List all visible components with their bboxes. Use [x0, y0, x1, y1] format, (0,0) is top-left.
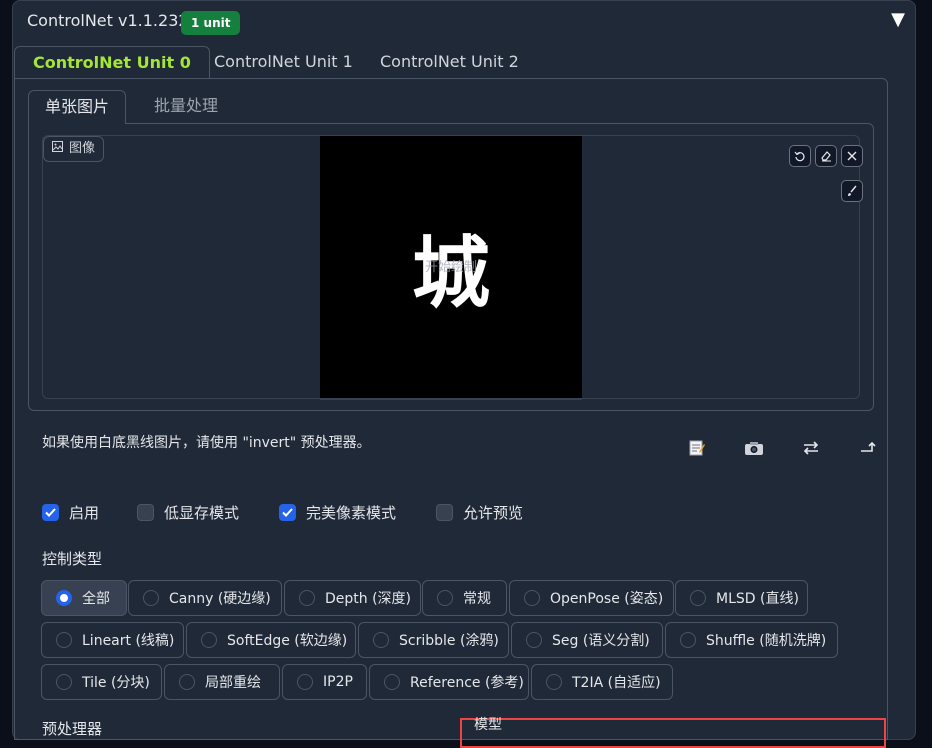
drawing-canvas[interactable]: 城 开始绘制 [320, 136, 582, 400]
swap-arrows-icon[interactable] [798, 436, 824, 460]
radio-label: Depth (深度) [325, 591, 412, 607]
radio-depth[interactable]: Depth (深度) [284, 580, 421, 616]
radio-label: 局部重绘 [205, 675, 261, 691]
radio-label: Scribble (涂鸦) [399, 633, 499, 649]
radio-dot[interactable] [56, 674, 72, 690]
radio-normal[interactable]: 常规 [422, 580, 507, 616]
radio-label: T2IA (自适应) [572, 675, 661, 691]
image-label: 图像 [43, 136, 105, 162]
checkbox-box[interactable] [436, 503, 453, 521]
brush-icon[interactable] [841, 180, 863, 202]
control-type-label: 控制类型 [42, 550, 103, 568]
radio-label: Canny (硬边缘) [169, 591, 271, 607]
image-input[interactable]: 城 开始绘制 图像 [42, 135, 863, 400]
radio-label: MLSD (直线) [716, 591, 799, 607]
checkbox-label: 启用 [69, 503, 100, 522]
preprocessor-label: 预处理器 [42, 720, 103, 738]
radio-all[interactable]: 全部 [41, 580, 127, 616]
radio-dot[interactable] [56, 632, 72, 648]
eraser-icon[interactable] [815, 145, 837, 167]
tab-unit-0[interactable]: ControlNet Unit 0 [14, 46, 210, 79]
radio-dot[interactable] [524, 590, 540, 606]
model-dropdown[interactable]: 模型 [460, 718, 886, 748]
radio-t2ia[interactable]: T2IA (自适应) [531, 664, 673, 700]
radio-dot[interactable] [384, 674, 400, 690]
radio-dot[interactable] [437, 590, 453, 606]
check-icon[interactable] [42, 503, 59, 521]
radio-dot[interactable] [297, 674, 313, 690]
radio-lineart[interactable]: Lineart (线稿) [41, 622, 184, 658]
radio-label: Seg (语义分割) [552, 633, 650, 649]
start-drawing-hint: 开始绘制 [424, 260, 477, 275]
radio-dot[interactable] [546, 674, 562, 690]
image-label-text: 图像 [69, 141, 96, 156]
memo-icon[interactable] [684, 436, 710, 460]
checkbox-label: 低显存模式 [164, 503, 240, 522]
radio-dot[interactable] [179, 674, 195, 690]
close-icon[interactable] [841, 145, 863, 167]
radio-dot[interactable] [56, 590, 72, 606]
radio-canny[interactable]: Canny (硬边缘) [128, 580, 282, 616]
triangle-down-icon[interactable]: ▼ [891, 9, 905, 30]
radio-label: SoftEdge (软边缘) [227, 633, 348, 649]
tab-batch[interactable]: 批量处理 [138, 90, 234, 124]
radio-inpaint[interactable]: 局部重绘 [164, 664, 280, 700]
radio-label: 全部 [82, 591, 110, 607]
radio-label: Lineart (线稿) [82, 633, 175, 649]
checkbox-low-vram[interactable]: 低显存模式 [137, 502, 239, 522]
invert-hint: 如果使用白底黑线图片，请使用 "invert" 预处理器。 [42, 435, 371, 451]
checkbox-box[interactable] [137, 503, 154, 521]
checkbox-allow-preview[interactable]: 允许预览 [436, 502, 523, 522]
radio-dot[interactable] [299, 590, 315, 606]
checkbox-label: 允许预览 [463, 503, 524, 522]
radio-dot[interactable] [690, 590, 706, 606]
checkbox-enable[interactable]: 启用 [42, 502, 99, 522]
radio-label: Tile (分块) [82, 675, 150, 691]
radio-label: Shuffle (随机洗牌) [706, 633, 827, 649]
radio-label: OpenPose (姿态) [550, 591, 664, 607]
radio-label: 常规 [463, 591, 491, 607]
radio-ip2p[interactable]: IP2P [282, 664, 367, 700]
radio-label: Reference (参考) [410, 675, 524, 691]
radio-shuffle[interactable]: Shuffle (随机洗牌) [665, 622, 838, 658]
radio-mlsd[interactable]: MLSD (直线) [675, 580, 808, 616]
camera-icon[interactable] [741, 436, 767, 460]
unit-tabs: ControlNet Unit 0 ControlNet Unit 1 Cont… [14, 46, 888, 79]
tab-unit-2[interactable]: ControlNet Unit 2 [362, 46, 537, 79]
radio-label: IP2P [323, 674, 353, 690]
radio-dot[interactable] [143, 590, 159, 606]
unit-count-badge: 1 unit [181, 11, 241, 35]
send-up-arrow-icon[interactable] [855, 436, 881, 460]
radio-reference[interactable]: Reference (参考) [369, 664, 529, 700]
radio-tile[interactable]: Tile (分块) [41, 664, 162, 700]
radio-openpose[interactable]: OpenPose (姿态) [509, 580, 674, 616]
accordion-title[interactable]: ControlNet v1.1.232 [27, 11, 189, 30]
checkbox-pixel-perfect[interactable]: 完美像素模式 [279, 502, 396, 522]
undo-icon[interactable] [789, 145, 811, 167]
checkbox-label: 完美像素模式 [306, 503, 397, 522]
model-label: 模型 [474, 717, 502, 733]
check-icon[interactable] [279, 503, 296, 521]
radio-dot[interactable] [201, 632, 217, 648]
radio-softedge[interactable]: SoftEdge (软边缘) [186, 622, 356, 658]
radio-dot[interactable] [680, 632, 696, 648]
tab-unit-1[interactable]: ControlNet Unit 1 [196, 46, 371, 79]
image-icon [52, 137, 63, 161]
tab-single-image[interactable]: 单张图片 [28, 90, 127, 124]
radio-scribble[interactable]: Scribble (涂鸦) [358, 622, 509, 658]
radio-dot[interactable] [526, 632, 542, 648]
radio-dot[interactable] [373, 632, 389, 648]
radio-seg[interactable]: Seg (语义分割) [511, 622, 663, 658]
